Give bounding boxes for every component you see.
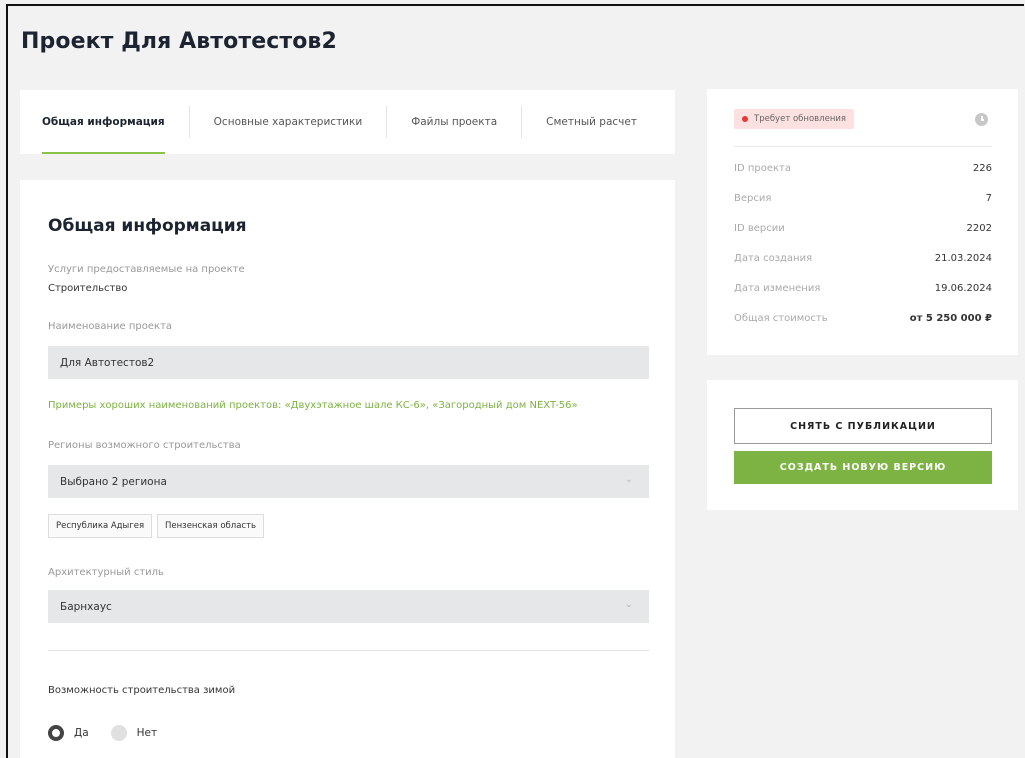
total-cost-value: от 5 250 000 ₽ xyxy=(909,313,992,324)
info-row: Общая стоимость от 5 250 000 ₽ xyxy=(734,313,992,324)
services-label: Услуги предоставляемые на проекте xyxy=(48,264,245,275)
info-value: 19.06.2024 xyxy=(934,283,992,294)
regions-label: Регионы возможного строительства xyxy=(48,440,241,451)
info-key: ID версии xyxy=(734,223,785,234)
tab-divider xyxy=(188,106,190,138)
region-chip-label: Республика Адыгея xyxy=(56,521,145,531)
info-row: Дата создания 21.03.2024 xyxy=(734,253,992,264)
project-name-label: Наименование проекта xyxy=(48,321,173,332)
section-title: Общая информация xyxy=(48,216,247,236)
info-row: Дата изменения 19.06.2024 xyxy=(734,283,992,294)
chevron-down-icon: ⌄ xyxy=(624,474,633,485)
form-divider xyxy=(48,650,649,651)
regions-select-value: Выбрано 2 региона xyxy=(60,475,167,488)
info-row: ID проекта 226 xyxy=(734,163,992,174)
chevron-down-icon: ⌄ xyxy=(624,599,633,610)
unpublish-button[interactable]: СНЯТЬ С ПУБЛИКАЦИИ xyxy=(734,408,992,444)
winter-label: Возможность строительства зимой xyxy=(48,685,236,696)
info-key: ID проекта xyxy=(734,163,791,174)
info-divider xyxy=(734,146,992,147)
general-info-form: Общая информация Услуги предоставляемые … xyxy=(20,180,675,758)
style-label: Архитектурный стиль xyxy=(48,567,164,578)
services-value: Строительство xyxy=(48,283,128,294)
info-key: Дата создания xyxy=(734,253,813,264)
info-value: 2202 xyxy=(966,223,992,234)
region-chip[interactable]: Пензенская область xyxy=(157,514,265,538)
region-chip[interactable]: Республика Адыгея xyxy=(48,514,153,538)
info-key: Дата изменения xyxy=(734,283,821,294)
clock-icon[interactable] xyxy=(975,113,988,126)
status-badge: Требует обновления xyxy=(734,109,855,129)
info-value: 7 xyxy=(985,193,992,204)
info-row: Версия 7 xyxy=(734,193,992,204)
info-value: 226 xyxy=(972,163,992,174)
tab-divider xyxy=(386,106,388,138)
radio-yes-label[interactable]: Да xyxy=(74,727,89,739)
radio-yes[interactable] xyxy=(48,725,64,741)
style-select[interactable]: Барнхаус ⌄ xyxy=(48,590,649,623)
actions-card: СНЯТЬ С ПУБЛИКАЦИИ СОЗДАТЬ НОВУЮ ВЕРСИЮ xyxy=(707,380,1018,510)
project-name-input[interactable]: Для Автотестов2 xyxy=(48,346,649,379)
tab-divider xyxy=(521,106,523,138)
tab-estimate[interactable]: Сметный расчет xyxy=(546,90,637,154)
status-badge-label: Требует обновления xyxy=(754,114,847,124)
style-select-value: Барнхаус xyxy=(60,600,112,613)
info-row: ID версии 2202 xyxy=(734,223,992,234)
info-key: Версия xyxy=(734,193,772,204)
tab-main-characteristics[interactable]: Основные характеристики xyxy=(214,90,363,154)
tab-bar: Общая информация Основные характеристики… xyxy=(20,90,675,154)
page-title: Проект Для Автотестов2 xyxy=(21,29,337,54)
tab-general-info[interactable]: Общая информация xyxy=(42,90,165,154)
project-name-value: Для Автотестов2 xyxy=(60,356,155,369)
winter-radio-group: Да Нет xyxy=(48,725,179,741)
tab-project-files[interactable]: Файлы проекта xyxy=(411,90,497,154)
app-frame: Проект Для Автотестов2 Общая информация … xyxy=(6,4,1024,758)
info-value: 21.03.2024 xyxy=(934,253,992,264)
status-dot-icon xyxy=(742,116,748,122)
region-chip-label: Пензенская область xyxy=(165,521,257,531)
create-new-version-button[interactable]: СОЗДАТЬ НОВУЮ ВЕРСИЮ xyxy=(734,451,992,484)
radio-no-label[interactable]: Нет xyxy=(137,727,157,739)
info-key: Общая стоимость xyxy=(734,313,828,324)
regions-select[interactable]: Выбрано 2 региона ⌄ xyxy=(48,465,649,498)
radio-no[interactable] xyxy=(110,725,127,741)
project-info-card: Требует обновления ID проекта 226 Версия… xyxy=(707,89,1018,355)
project-name-hint: Примеры хороших наименований проектов: «… xyxy=(48,400,578,411)
